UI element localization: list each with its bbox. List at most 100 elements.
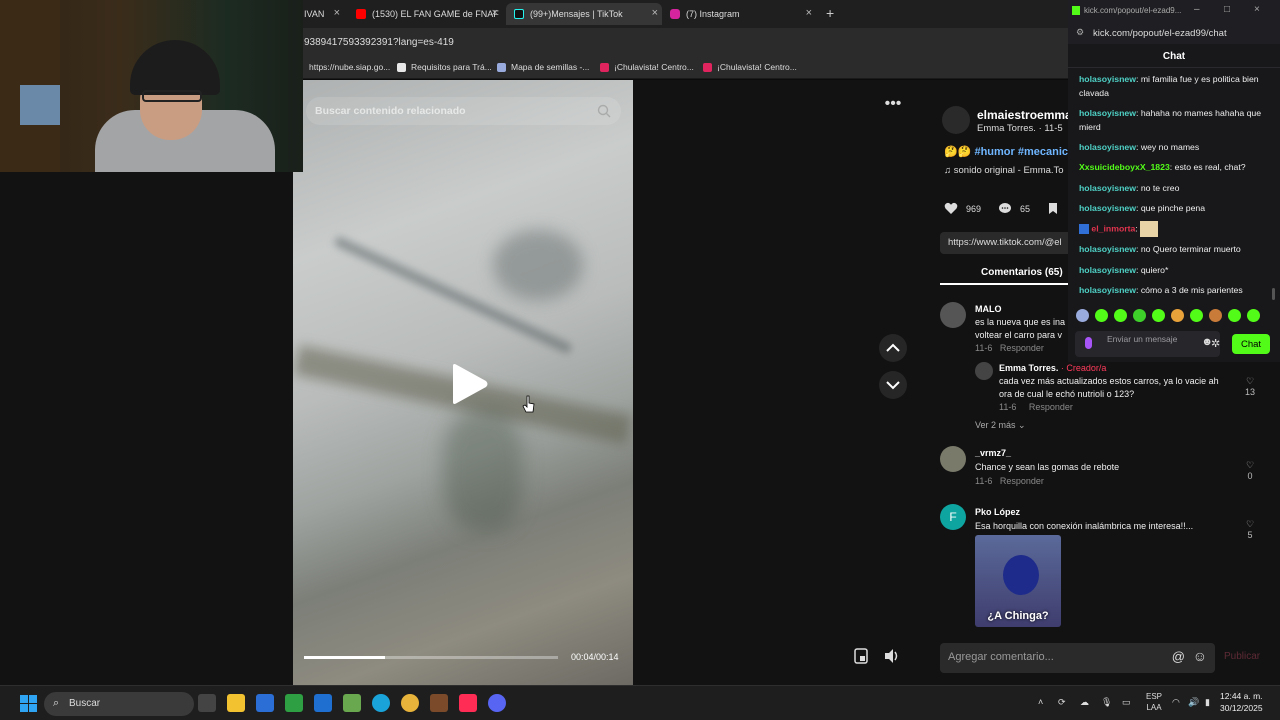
close-icon[interactable]: × bbox=[334, 7, 340, 19]
emote-icon[interactable] bbox=[1076, 309, 1089, 322]
excel-icon[interactable] bbox=[285, 694, 303, 712]
author-avatar[interactable] bbox=[942, 106, 970, 134]
next-video-button[interactable] bbox=[879, 371, 907, 399]
chat-username[interactable]: holasoyisnew bbox=[1079, 108, 1136, 118]
avatar[interactable] bbox=[940, 302, 966, 328]
video-progress-bar[interactable] bbox=[304, 656, 558, 659]
author-username[interactable]: elmaiestroemma bbox=[977, 108, 1072, 122]
volume-icon[interactable]: 🔊 bbox=[1188, 697, 1199, 708]
view-more-replies[interactable]: Ver 2 más ⌄ bbox=[975, 420, 1026, 431]
store-icon[interactable] bbox=[256, 694, 274, 712]
like-button[interactable]: 969 bbox=[944, 202, 981, 215]
close-icon[interactable]: × bbox=[652, 7, 658, 19]
gear-icon[interactable]: ✲ bbox=[1211, 337, 1220, 350]
wifi-icon[interactable]: ◠ bbox=[1172, 697, 1180, 708]
comment-sticker-image[interactable]: ¿A Chinga? bbox=[975, 535, 1061, 627]
hashtag-humor[interactable]: #humor bbox=[974, 146, 1014, 158]
chat-scrollbar[interactable] bbox=[1272, 288, 1275, 300]
volume-icon[interactable] bbox=[882, 646, 902, 666]
maximize-icon[interactable]: □ bbox=[1224, 4, 1230, 15]
bookmark-button[interactable] bbox=[1047, 202, 1059, 215]
chat-address-bar[interactable]: ⚙ kick.com/popout/el-ezad99/chat bbox=[1068, 22, 1280, 44]
emote-icon[interactable] bbox=[1152, 309, 1165, 322]
comment-author[interactable]: Pko López bbox=[975, 505, 1193, 519]
comment-like[interactable]: ♡ 13 bbox=[1243, 376, 1257, 397]
avatar[interactable] bbox=[975, 362, 993, 380]
comment-author[interactable]: MALO bbox=[975, 303, 1065, 316]
pip-icon[interactable] bbox=[851, 646, 871, 666]
send-chat-button[interactable]: Chat bbox=[1232, 334, 1270, 354]
windows-start-icon[interactable] bbox=[20, 695, 37, 712]
add-comment-input[interactable]: Agregar comentario... @ ☺ bbox=[940, 643, 1215, 673]
cloud-icon[interactable]: ☁ bbox=[1080, 697, 1089, 708]
task-view-icon[interactable] bbox=[198, 694, 216, 712]
battery-icon[interactable]: ▭ bbox=[1122, 697, 1131, 708]
avatar[interactable]: F bbox=[940, 504, 966, 530]
chat-username[interactable]: holasoyisnew bbox=[1079, 142, 1136, 152]
close-icon[interactable]: × bbox=[492, 7, 498, 19]
chat-username[interactable]: holasoyisnew bbox=[1079, 265, 1136, 275]
tab-youtube[interactable]: (1530) EL FAN GAME de FNAF × bbox=[352, 3, 502, 25]
chevron-up-icon[interactable]: ˄ bbox=[1038, 697, 1043, 707]
chat-username[interactable]: holasoyisnew bbox=[1079, 183, 1136, 193]
comment-author[interactable]: Emma Torres. bbox=[999, 363, 1058, 373]
tiktok-icon[interactable] bbox=[459, 694, 477, 712]
tab-instagram[interactable]: (7) Instagram × bbox=[666, 3, 816, 25]
minimize-icon[interactable]: – bbox=[1194, 4, 1200, 15]
avatar[interactable] bbox=[940, 446, 966, 472]
comment-author[interactable]: _vrmz7_ bbox=[975, 446, 1119, 460]
app-icon[interactable] bbox=[314, 694, 332, 712]
comment-button[interactable]: 65 bbox=[998, 202, 1030, 215]
related-search-input[interactable]: Buscar contenido relacionado bbox=[306, 97, 621, 125]
tab-tiktok[interactable]: (99+)Mensajes | TikTok × bbox=[506, 3, 662, 25]
edge-icon[interactable] bbox=[372, 694, 390, 712]
site-settings-icon[interactable]: ⚙ bbox=[1076, 27, 1084, 38]
file-explorer-icon[interactable] bbox=[227, 694, 245, 712]
chat-username[interactable]: el_inmorta bbox=[1091, 223, 1135, 233]
bookmark-siap[interactable]: https://nube.siap.go... bbox=[309, 62, 390, 72]
close-icon[interactable]: × bbox=[1254, 4, 1260, 15]
play-icon[interactable] bbox=[449, 363, 489, 405]
taskbar-search[interactable]: ⌕ Buscar bbox=[44, 692, 194, 716]
emote-icon[interactable] bbox=[1095, 309, 1108, 322]
sound-info[interactable]: ♫ sonido original - Emma.To bbox=[944, 165, 1064, 176]
more-options-icon[interactable]: ••• bbox=[880, 96, 906, 117]
microphone-icon[interactable] bbox=[1085, 337, 1092, 349]
close-icon[interactable]: × bbox=[806, 7, 812, 19]
emote-icon[interactable] bbox=[1190, 309, 1203, 322]
minecraft-icon[interactable] bbox=[343, 694, 361, 712]
comment-like[interactable]: ♡ 5 bbox=[1243, 519, 1257, 540]
emote-icon[interactable] bbox=[1114, 309, 1127, 322]
sync-icon[interactable]: ⟳ bbox=[1058, 697, 1066, 708]
bookmark-requisitos[interactable]: Requisitos para Trá... bbox=[397, 62, 492, 72]
comment-like[interactable]: ♡ 0 bbox=[1243, 460, 1257, 481]
microphone-icon[interactable]: 🎙 bbox=[1101, 697, 1112, 708]
chat-message-input[interactable]: Enviar un mensaje ☻ bbox=[1075, 331, 1220, 357]
emote-icon[interactable] bbox=[1209, 309, 1222, 322]
reply-button[interactable]: Responder bbox=[1000, 343, 1044, 353]
app-icon[interactable] bbox=[430, 694, 448, 712]
tab-comments[interactable]: Comentarios (65) bbox=[981, 267, 1063, 278]
language-indicator[interactable]: ESP LAA bbox=[1146, 691, 1162, 713]
emote-icon[interactable] bbox=[1247, 309, 1260, 322]
new-tab-button[interactable]: + bbox=[826, 5, 834, 21]
chat-username[interactable]: holasoyisnew bbox=[1079, 285, 1136, 295]
chat-username[interactable]: holasoyisnew bbox=[1079, 74, 1136, 84]
emote-icon[interactable] bbox=[1228, 309, 1241, 322]
tab-ivan[interactable]: IVAN × bbox=[304, 3, 344, 25]
chat-username[interactable]: holasoyisnew bbox=[1079, 244, 1136, 254]
system-clock[interactable]: 12:44 a. m. 30/12/2025 bbox=[1220, 690, 1263, 714]
emote-icon[interactable] bbox=[1171, 309, 1184, 322]
hashtag-mecanica[interactable]: #mecanica bbox=[1018, 146, 1074, 158]
chrome-icon[interactable] bbox=[401, 694, 419, 712]
emoji-icon[interactable]: ☺ bbox=[1193, 648, 1207, 664]
chat-username[interactable]: holasoyisnew bbox=[1079, 203, 1136, 213]
discord-icon[interactable] bbox=[488, 694, 506, 712]
chat-username[interactable]: XxsuicideboyxX_1823 bbox=[1079, 162, 1170, 172]
bookmark-chulavista-1[interactable]: ¡Chulavista! Centro... bbox=[600, 62, 694, 72]
reply-button[interactable]: Responder bbox=[1000, 476, 1044, 486]
mention-icon[interactable]: @ bbox=[1172, 649, 1185, 664]
bookmark-mapa[interactable]: Mapa de semillas -... bbox=[497, 62, 589, 72]
previous-video-button[interactable] bbox=[879, 334, 907, 362]
bookmark-chulavista-2[interactable]: ¡Chulavista! Centro... bbox=[703, 62, 797, 72]
